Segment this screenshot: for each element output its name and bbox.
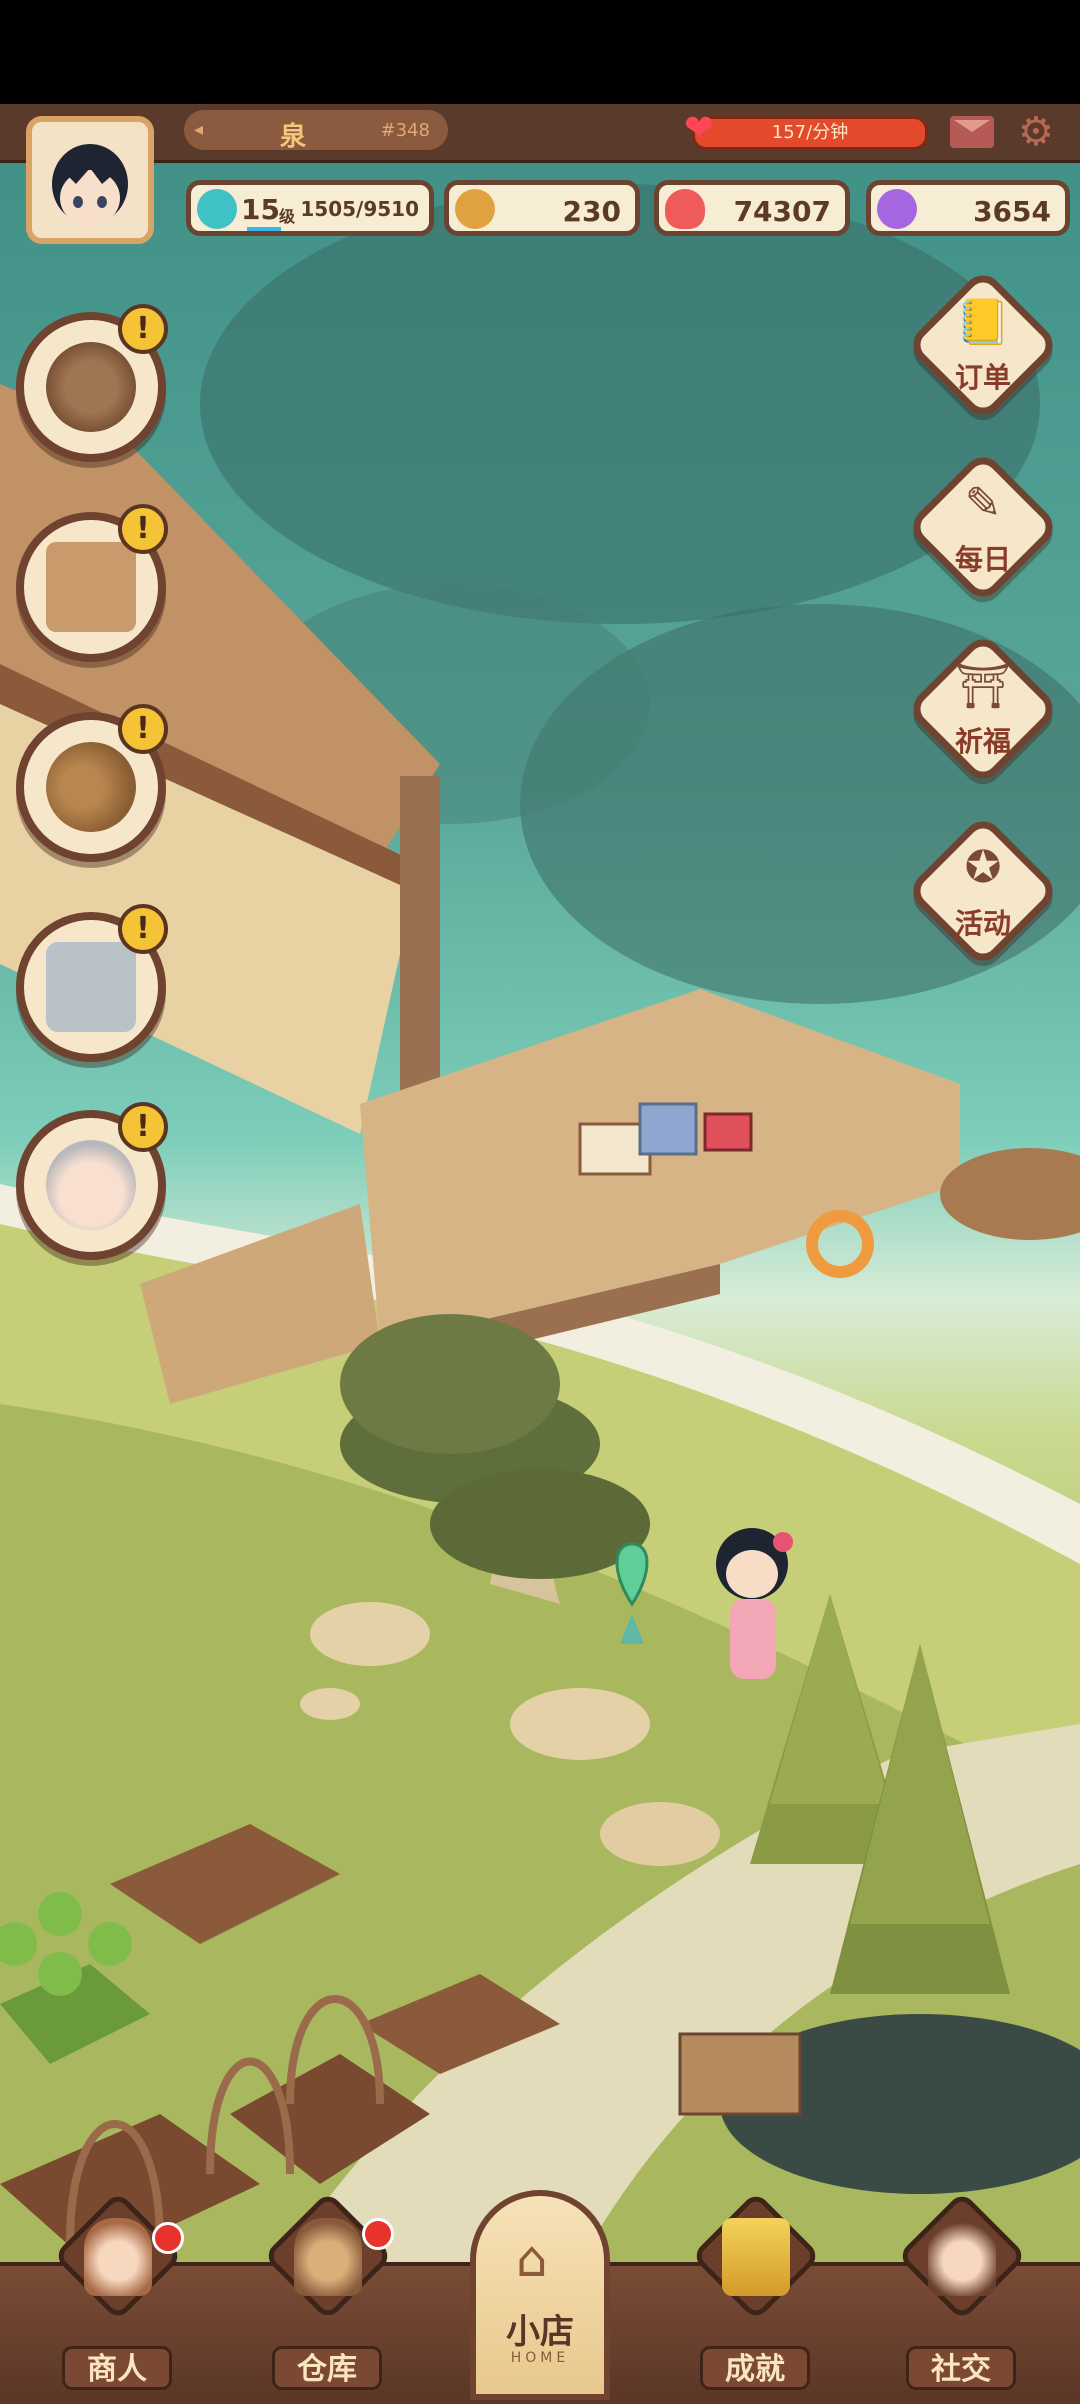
coin-icon [455,189,495,229]
menu-board-icon [46,542,136,632]
quest-alert-badge: ! [118,904,168,954]
ledger-icon: 📒 [955,297,1011,348]
gem-icon [877,189,917,229]
coins-panel[interactable]: 230 [444,180,640,236]
shrine-icon: ⛩ [955,661,1011,712]
star-level-icon [197,189,237,229]
avatar-portrait [32,122,148,238]
orders-label: 订单 [954,361,1011,394]
world-art [0,184,1080,2400]
house-icon: ⌂ [516,2230,548,2288]
grandpa-portrait-icon [46,1140,136,1230]
gems-panel[interactable]: 3654 [866,180,1070,236]
top-bar: ◂ 泉 #348 157/分钟 ❤ ⚙ [0,104,1080,163]
pray-button[interactable]: ⛩ 祈福 [905,631,1061,787]
events-button[interactable]: ✪ 活动 [905,813,1061,969]
level-exp-panel[interactable]: 15 级 1505/9510 [186,180,434,236]
nav-shop-home[interactable]: ⌂ 小店 HOME [470,2190,610,2400]
gems-value: 3654 [973,195,1051,228]
avatar[interactable] [26,116,154,244]
heart-icon [665,189,705,229]
gear-icon[interactable]: ⚙ [1018,110,1054,154]
player-name-plate[interactable]: ◂ 泉 #348 [184,110,448,152]
game-world[interactable] [0,104,1080,2400]
nav-achievements[interactable]: 成就 [680,2190,830,2400]
coins-value: 230 [562,195,621,228]
energy-rate-bar: 157/分钟 [692,116,928,150]
player-id: #348 [380,120,430,141]
nav-social[interactable]: 社交 [886,2190,1036,2400]
tv-icon [46,942,136,1032]
hearts-value: 74307 [733,195,831,228]
shop-label: 小店 [506,2312,574,2352]
daily-label: 每日 [954,543,1011,576]
left-arrow-icon: ◂ [194,119,204,140]
pot-icon [46,342,136,432]
level-value: 15 [241,193,280,226]
merchant-notify-dot [152,2222,184,2254]
level-unit: 级 [279,207,296,226]
hearts-panel[interactable]: 74307 [654,180,850,236]
pray-label: 祈福 [954,725,1011,758]
daily-button[interactable]: ✎ 每日 [905,449,1061,605]
speech-star-icon: ✪ [964,842,1002,893]
heart-energy-icon: ❤ [684,108,715,149]
warehouse-notify-dot [362,2218,394,2250]
friends-portrait-icon [928,2218,996,2296]
player-name: 泉 [280,122,307,152]
warehouse-label: 仓库 [272,2346,382,2390]
quest-alert-badge: ! [118,504,168,554]
merchant-label: 商人 [62,2346,172,2390]
social-label: 社交 [906,2346,1016,2390]
events-label: 活动 [954,907,1011,940]
exp-value: 1505/9510 [300,197,419,221]
orders-button[interactable]: 📒 订单 [905,267,1061,423]
achievements-label: 成就 [700,2346,810,2390]
mail-icon[interactable] [950,116,994,148]
checklist-icon: ✎ [964,478,1002,529]
quest-alert-badge: ! [118,704,168,754]
shop-sub-label: HOME [510,2350,570,2366]
warehouse-icon [294,2218,362,2296]
merchant-portrait-icon [84,2218,152,2296]
exp-progress [247,227,281,231]
potato-icon [46,742,136,832]
quest-alert-badge: ! [118,304,168,354]
quest-alert-badge: ! [118,1102,168,1152]
charm-icon [722,2218,790,2296]
